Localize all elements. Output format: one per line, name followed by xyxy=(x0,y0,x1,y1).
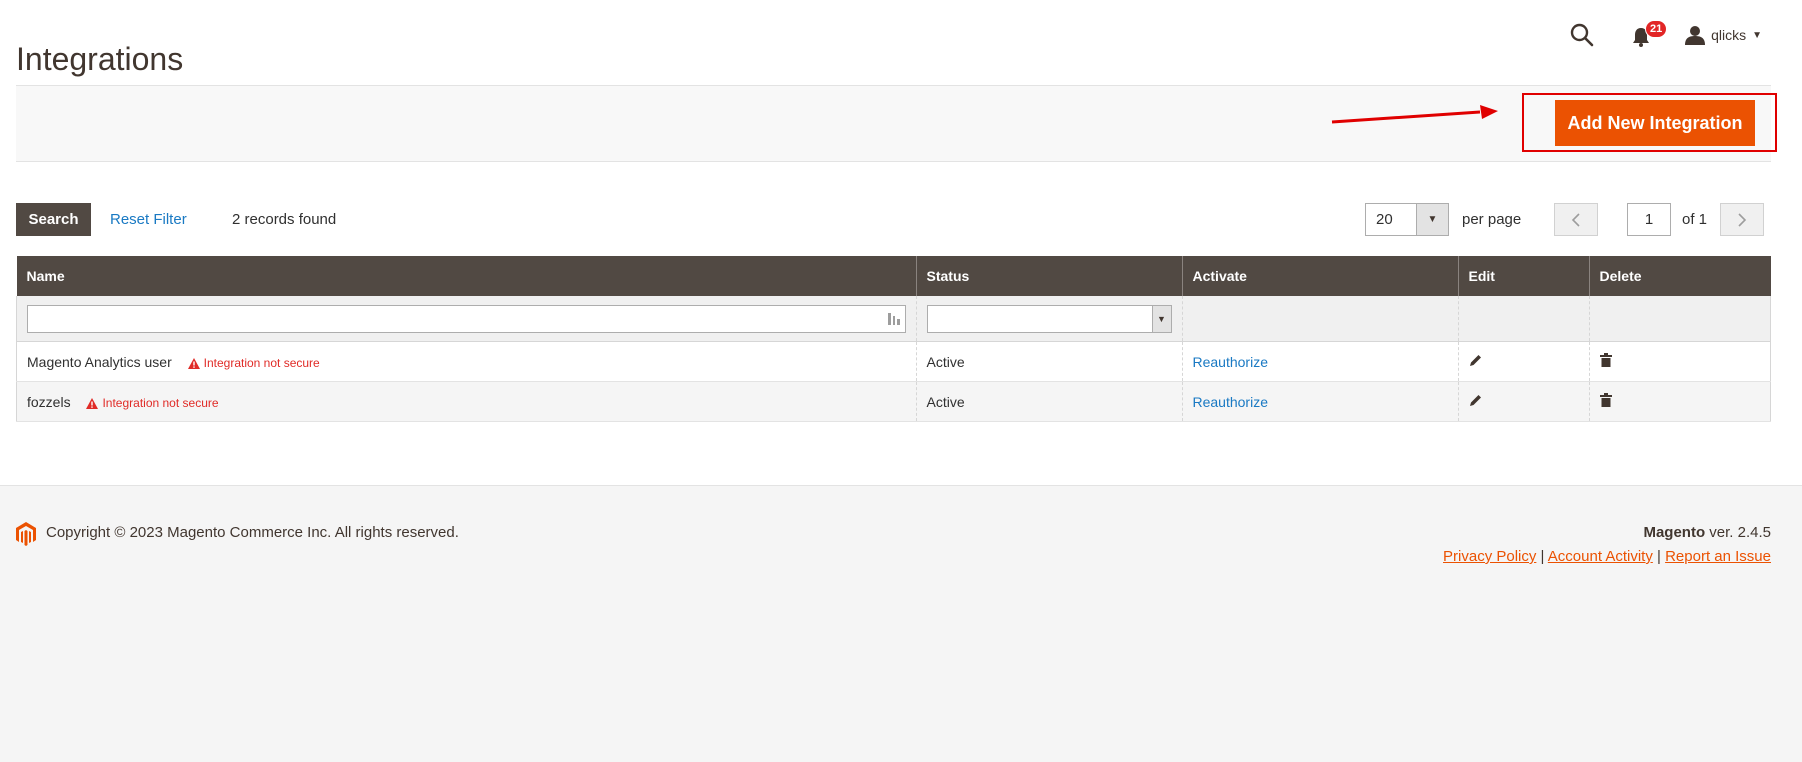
filter-cell-activate xyxy=(1181,296,1458,342)
brand-name: Magento xyxy=(1643,524,1706,541)
warning-text: Integration not secure xyxy=(102,395,219,410)
column-header-status[interactable]: Status xyxy=(915,256,1182,296)
filter-icon xyxy=(887,312,900,325)
status-filter-select[interactable]: ▼ xyxy=(926,304,1172,333)
pencil-icon[interactable] xyxy=(1469,353,1483,370)
delete-cell xyxy=(1588,341,1771,382)
previous-page-button[interactable] xyxy=(1554,203,1598,236)
security-warning: Integration not secure xyxy=(187,355,320,370)
version-info: Magento ver. 2.4.5 xyxy=(1643,524,1771,541)
activate-cell: Reauthorize xyxy=(1181,341,1458,382)
warning-text: Integration not secure xyxy=(203,355,320,370)
caret-down-icon[interactable]: ▼ xyxy=(1416,204,1448,235)
delete-cell xyxy=(1588,381,1771,422)
page-actions-bar xyxy=(16,85,1771,162)
edit-cell xyxy=(1457,341,1589,382)
user-account-menu[interactable]: qlicks ▼ xyxy=(1685,25,1762,45)
grid-header-row: Name Status Activate Edit Delete xyxy=(16,256,1771,296)
search-button[interactable]: Search xyxy=(16,203,91,236)
per-page-label: per page xyxy=(1462,211,1522,228)
page-number-input[interactable] xyxy=(1627,203,1671,236)
column-header-activate: Activate xyxy=(1181,256,1458,296)
filter-cell-edit xyxy=(1457,296,1589,342)
integration-name: Magento Analytics user xyxy=(27,353,172,370)
page-total: of 1 xyxy=(1682,211,1708,228)
edit-cell xyxy=(1457,381,1589,422)
grid-toolbar: Search Reset Filter 2 records found 20 ▼… xyxy=(16,203,1771,238)
integration-name: fozzels xyxy=(27,393,71,410)
filter-cell-status: ▼ xyxy=(915,296,1182,342)
page-footer: Copyright © 2023 Magento Commerce Inc. A… xyxy=(0,485,1802,762)
reset-filter-link[interactable]: Reset Filter xyxy=(110,211,187,228)
reauthorize-link[interactable]: Reauthorize xyxy=(1193,394,1269,410)
name-cell: fozzels Integration not secure xyxy=(16,381,916,422)
user-name: qlicks xyxy=(1711,27,1747,43)
warning-icon xyxy=(86,397,99,409)
version-number: ver. 2.4.5 xyxy=(1705,524,1771,541)
privacy-policy-link[interactable]: Privacy Policy xyxy=(1443,548,1536,565)
status-cell: Active xyxy=(915,341,1182,382)
notification-badge: 21 xyxy=(1645,20,1668,38)
security-warning: Integration not secure xyxy=(86,395,219,410)
annotation-arrow xyxy=(1331,105,1498,124)
per-page-value: 20 xyxy=(1376,211,1393,228)
next-page-button[interactable] xyxy=(1720,203,1764,236)
table-row[interactable]: Magento Analytics user Integration not s… xyxy=(16,341,1771,382)
chevron-right-icon xyxy=(1738,212,1747,227)
user-icon xyxy=(1685,26,1706,45)
records-found: 2 records found xyxy=(232,211,337,228)
column-header-delete: Delete xyxy=(1588,256,1771,296)
name-filter-input[interactable] xyxy=(27,304,906,333)
trash-icon[interactable] xyxy=(1599,353,1612,370)
status-cell: Active xyxy=(915,381,1182,422)
warning-icon xyxy=(187,357,200,369)
column-header-name[interactable]: Name xyxy=(16,256,916,296)
name-cell: Magento Analytics user Integration not s… xyxy=(16,341,916,382)
link-separator: | xyxy=(1657,548,1661,565)
pencil-icon[interactable] xyxy=(1469,393,1483,410)
account-activity-link[interactable]: Account Activity xyxy=(1548,548,1653,565)
search-icon[interactable] xyxy=(1569,22,1595,48)
caret-down-icon: ▼ xyxy=(1151,305,1171,332)
magento-logo-icon xyxy=(16,522,36,546)
trash-icon[interactable] xyxy=(1599,393,1612,410)
column-header-edit: Edit xyxy=(1457,256,1589,296)
activate-cell: Reauthorize xyxy=(1181,381,1458,422)
page-title: Integrations xyxy=(16,41,184,78)
add-new-integration-button[interactable]: Add New Integration xyxy=(1555,100,1755,146)
integrations-grid: Name Status Activate Edit Delete ▼ Magen… xyxy=(16,256,1771,422)
caret-down-icon: ▼ xyxy=(1752,29,1762,41)
report-issue-link[interactable]: Report an Issue xyxy=(1665,548,1771,565)
header-actions: 21 qlicks ▼ xyxy=(1569,20,1762,48)
footer-links: Privacy Policy | Account Activity | Repo… xyxy=(1443,548,1771,565)
notifications-button[interactable]: 21 xyxy=(1631,20,1668,48)
copyright-text: Copyright © 2023 Magento Commerce Inc. A… xyxy=(46,524,459,541)
filter-cell-delete xyxy=(1588,296,1771,342)
table-row[interactable]: fozzels Integration not secure Active Re… xyxy=(16,381,1771,422)
filter-cell-name xyxy=(16,296,916,342)
link-separator: | xyxy=(1540,548,1545,565)
reauthorize-link[interactable]: Reauthorize xyxy=(1193,354,1269,370)
per-page-select[interactable]: 20 ▼ xyxy=(1365,203,1449,236)
filter-row: ▼ xyxy=(16,296,1771,342)
chevron-left-icon xyxy=(1571,212,1580,227)
